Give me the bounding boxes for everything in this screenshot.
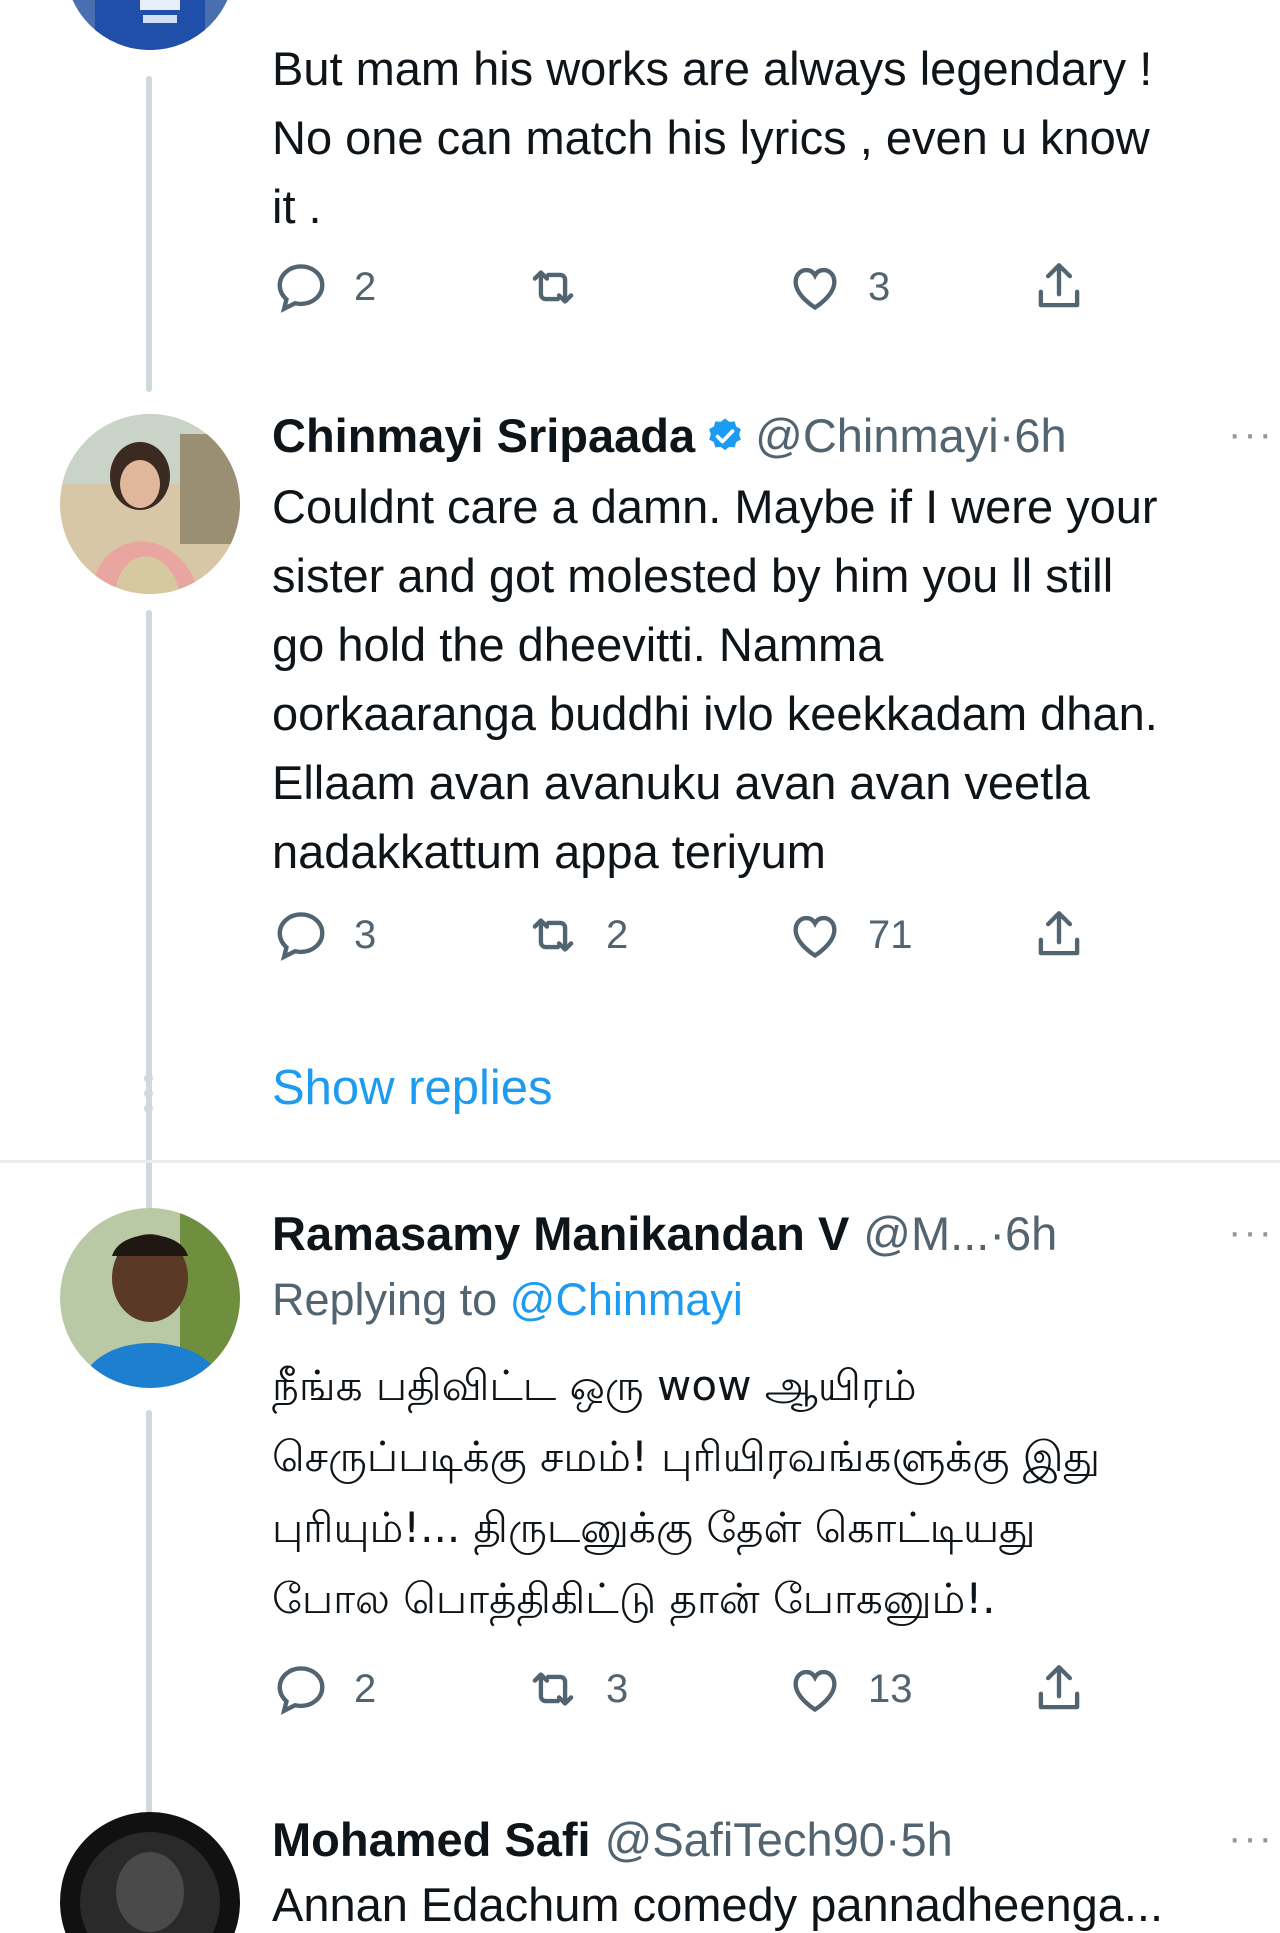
like-button[interactable]: 71 — [786, 906, 913, 964]
avatar[interactable] — [65, 0, 235, 50]
thread-line — [146, 610, 152, 1222]
display-name[interactable]: Chinmayi Sripaada — [272, 408, 695, 464]
tweet-actions: 3 2 71 — [272, 906, 1132, 976]
share-icon — [1038, 263, 1080, 308]
thread-line — [146, 76, 152, 392]
separator-dot: · — [989, 1207, 1005, 1260]
timestamp[interactable]: 6h — [1005, 1206, 1057, 1262]
reply-button[interactable]: 3 — [272, 906, 376, 964]
retweet-icon — [532, 270, 574, 304]
like-icon — [793, 267, 837, 311]
reply-icon — [277, 912, 325, 961]
avatar[interactable] — [60, 1812, 240, 1933]
retweet-button[interactable] — [524, 258, 606, 316]
more-options-icon[interactable]: ··· — [1228, 1818, 1274, 1858]
share-button[interactable] — [1030, 258, 1088, 316]
share-button[interactable] — [1030, 1660, 1088, 1718]
timestamp[interactable]: 6h — [1014, 408, 1066, 464]
reply-count: 2 — [354, 1666, 377, 1711]
verified-badge-icon — [709, 418, 741, 451]
divider — [0, 1160, 1280, 1163]
thread-gap-dots — [144, 1074, 154, 1119]
like-count: 13 — [868, 1666, 913, 1711]
reply-button[interactable]: 2 — [272, 258, 376, 316]
tweet-text: நீங்க பதிவிட்ட ஒரு wow ஆயிரம் செருப்படிக… — [272, 1361, 1101, 1623]
reply-button[interactable]: 2 — [272, 1660, 376, 1718]
avatar[interactable] — [60, 414, 240, 594]
like-icon — [793, 915, 837, 959]
reply-count: 2 — [354, 264, 377, 309]
show-replies-link[interactable]: Show replies — [272, 1060, 553, 1116]
tweet-header: Mohamed Safi @SafiTech90 · 5h — [272, 1812, 1280, 1868]
tweet-actions: 2 3 — [272, 258, 1132, 328]
user-handle[interactable]: @SafiTech90 — [605, 1812, 885, 1868]
reply-count: 3 — [354, 912, 377, 957]
retweet-icon — [532, 918, 574, 952]
tweet-text: Annan Edachum comedy pannadheenga... — [272, 1878, 1164, 1931]
like-button[interactable]: 13 — [786, 1660, 913, 1718]
separator-dot: · — [998, 409, 1015, 462]
retweet-button[interactable]: 3 — [524, 1660, 628, 1718]
tweet-actions: 2 3 13 — [272, 1660, 1132, 1730]
user-handle[interactable]: @M... — [863, 1206, 989, 1262]
avatar[interactable] — [60, 1208, 240, 1388]
retweet-icon — [532, 1672, 574, 1706]
replying-prefix: Replying to — [272, 1274, 510, 1325]
tweet-header: Chinmayi Sripaada @Chinmayi · 6h — [272, 408, 1280, 464]
retweet-button[interactable]: 2 — [524, 906, 628, 964]
separator-dot: · — [884, 1813, 901, 1866]
more-options-icon[interactable]: ··· — [1228, 414, 1274, 454]
like-count: 3 — [868, 264, 891, 309]
display-name[interactable]: Mohamed Safi — [272, 1812, 591, 1868]
user-handle[interactable]: @Chinmayi — [755, 408, 999, 464]
like-button[interactable]: 3 — [786, 258, 890, 316]
retweet-count: 2 — [606, 912, 629, 957]
share-icon — [1038, 1665, 1080, 1710]
replying-to: Replying to @Chinmayi — [272, 1268, 1280, 1332]
share-icon — [1038, 911, 1080, 956]
like-icon — [793, 1669, 837, 1713]
display-name[interactable]: Ramasamy Manikandan V — [272, 1206, 849, 1262]
reply-icon — [277, 264, 325, 313]
tweet-text: But mam his works are always legendary !… — [272, 42, 1153, 233]
tweet-header: Ramasamy Manikandan V @M... · 6h — [272, 1206, 1280, 1262]
like-count: 71 — [868, 912, 913, 957]
retweet-count: 3 — [606, 1666, 629, 1711]
more-options-icon[interactable]: ··· — [1228, 1212, 1274, 1252]
reply-icon — [277, 1666, 325, 1715]
share-button[interactable] — [1030, 906, 1088, 964]
replying-mention-link[interactable]: @Chinmayi — [510, 1274, 743, 1325]
timestamp[interactable]: 5h — [901, 1812, 953, 1868]
tweet-text: Couldnt care a damn. Maybe if I were you… — [272, 480, 1158, 878]
